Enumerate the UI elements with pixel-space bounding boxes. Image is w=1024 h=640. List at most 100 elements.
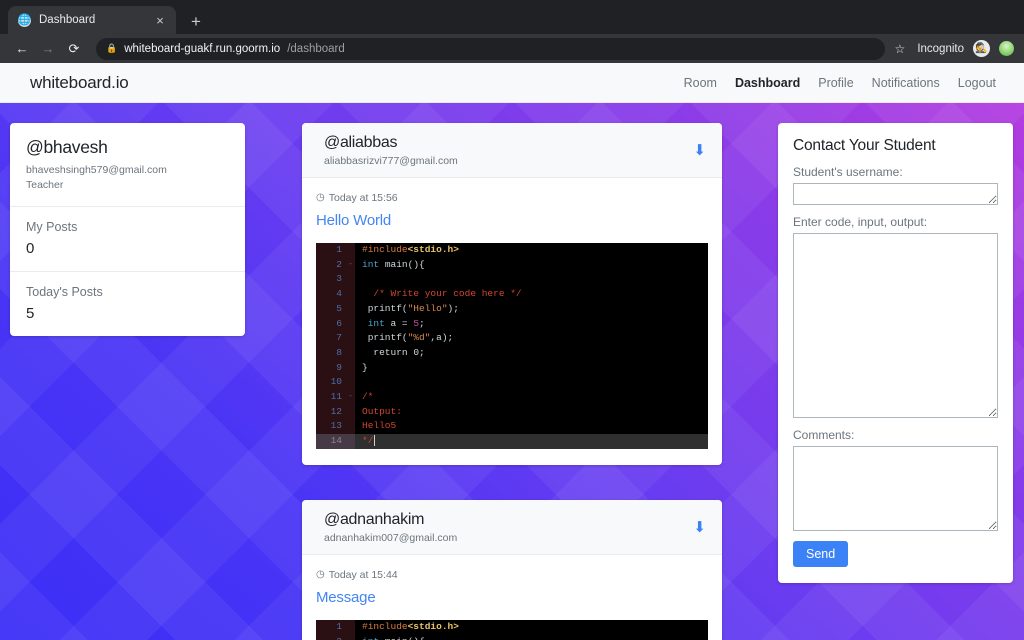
fold-toggle-icon[interactable]: - <box>346 390 355 405</box>
forward-icon[interactable]: → <box>36 37 60 61</box>
brand-logo[interactable]: whiteboard.io <box>30 73 129 93</box>
post-card: @adnanhakim adnanhakim007@gmail.com ⬇ ◷ Toda… <box>302 499 722 640</box>
profile-avatar-icon[interactable] <box>999 41 1014 56</box>
line-number: 2 <box>316 257 346 273</box>
browser-toolbar: ← → ⟳ 🔒 whiteboard-guakf.run.goorm.io /d… <box>0 34 1024 63</box>
code-input-output-field[interactable] <box>793 233 998 418</box>
comments-field-label: Comments: <box>793 428 855 442</box>
url-path: /dashboard <box>287 42 345 55</box>
post-body: ◷ Today at 15:44 Message 1 #include<stdio.h>… <box>302 555 722 640</box>
fold-toggle-icon[interactable]: - <box>346 634 355 640</box>
sidebar-column: @bhavesh bhaveshsingh579@gmail.com Teach… <box>10 123 245 337</box>
browser-tab-dashboard[interactable]: 🌐 Dashboard × <box>8 6 176 34</box>
reload-icon[interactable]: ⟳ <box>62 37 86 61</box>
fold-toggle-icon[interactable] <box>346 287 355 302</box>
incognito-label: Incognito <box>917 42 964 55</box>
line-number: 10 <box>316 375 346 391</box>
fold-toggle-icon[interactable] <box>346 243 355 258</box>
code-block[interactable]: 1 #include<stdio.h> 2- int main(){3 4 /* Wri… <box>316 243 708 449</box>
code-text: /* Write your code here */ <box>362 288 522 300</box>
code-text: int main(){ <box>362 258 425 270</box>
username-field-label: Student's username: <box>793 165 903 179</box>
post-title[interactable]: Message <box>316 589 708 606</box>
new-tab-button[interactable]: + <box>186 13 206 30</box>
bookmark-star-icon[interactable]: ☆ <box>895 42 906 56</box>
post-header: @aliabbas aliabbasrizvi777@gmail.com ⬇ <box>302 123 722 178</box>
fold-toggle-icon[interactable] <box>346 375 355 391</box>
globe-icon: 🌐 <box>17 13 32 27</box>
incognito-icon[interactable]: 🕵 <box>973 40 990 57</box>
code-line: 2-int main(){ <box>316 634 708 640</box>
stat-todays-posts: Today's Posts 5 <box>10 271 245 336</box>
fold-toggle-icon[interactable] <box>346 301 355 317</box>
nav-item-room[interactable]: Room <box>684 76 717 90</box>
back-icon[interactable]: ← <box>10 37 34 61</box>
line-number: 3 <box>316 272 346 288</box>
code-text: #include<stdio.h> <box>362 620 459 632</box>
code-text: */ <box>355 434 708 449</box>
page-background: @bhavesh bhaveshsingh579@gmail.com Teach… <box>0 103 1024 640</box>
line-number: 1 <box>316 243 346 258</box>
profile-email: bhaveshsingh579@gmail.com <box>26 164 167 176</box>
line-number: 2 <box>316 634 346 640</box>
fold-toggle-icon[interactable] <box>346 272 355 288</box>
nav-item-profile[interactable]: Profile <box>818 76 853 90</box>
nav-item-logout[interactable]: Logout <box>958 76 996 90</box>
stat-my-posts: My Posts 0 <box>10 206 245 271</box>
fold-toggle-icon[interactable] <box>346 345 355 361</box>
dashboard-grid: @bhavesh bhaveshsingh579@gmail.com Teach… <box>0 103 1024 640</box>
feed-column: @aliabbas aliabbasrizvi777@gmail.com ⬇ ◷ Tod… <box>302 123 722 640</box>
code-text: Hello5 <box>362 420 397 432</box>
code-text: printf("Hello"); <box>362 302 459 314</box>
fold-toggle-icon[interactable]: - <box>346 257 355 273</box>
nav-item-notifications[interactable]: Notifications <box>872 76 940 90</box>
post-header: @adnanhakim adnanhakim007@gmail.com ⬇ <box>302 499 722 555</box>
line-number: 13 <box>316 419 346 435</box>
fold-toggle-icon[interactable] <box>346 619 355 635</box>
line-number: 12 <box>316 404 346 420</box>
download-arrow-icon[interactable]: ⬇ <box>693 520 706 535</box>
code-line: 1 #include<stdio.h> <box>316 619 708 635</box>
clock-icon: ◷ <box>316 192 325 203</box>
browser-tab-strip: 🌐 Dashboard × + <box>0 0 1024 34</box>
post-author-block: @adnanhakim adnanhakim007@gmail.com <box>324 511 693 544</box>
code-text: /* <box>362 391 374 403</box>
panel-title: Contact Your Student <box>793 137 936 154</box>
code-text: return 0; <box>362 346 425 358</box>
post-time-text: Today at 15:56 <box>328 192 398 204</box>
nav-item-dashboard[interactable]: Dashboard <box>735 76 800 90</box>
fold-toggle-icon[interactable] <box>346 331 355 346</box>
line-number: 14 <box>316 434 346 449</box>
student-username-input[interactable] <box>793 183 998 205</box>
contact-column: Contact Your Student Student's username:… <box>778 123 1013 583</box>
download-arrow-icon[interactable]: ⬇ <box>693 143 706 158</box>
tab-title: Dashboard <box>39 14 96 26</box>
post-author-block: @aliabbas aliabbasrizvi777@gmail.com <box>324 134 693 167</box>
fold-toggle-icon[interactable] <box>346 360 355 376</box>
post-email: adnanhakim007@gmail.com <box>324 531 458 544</box>
post-timestamp: ◷ Today at 15:56 <box>316 192 708 204</box>
code-line: 9} <box>316 360 708 376</box>
profile-card-header: @bhavesh bhaveshsingh579@gmail.com Teach… <box>10 123 245 206</box>
stat-label: Today's Posts <box>26 285 103 300</box>
code-block[interactable]: 1 #include<stdio.h> 2-int main(){ <box>316 619 708 640</box>
code-field-label: Enter code, input, output: <box>793 215 928 229</box>
close-icon[interactable]: × <box>152 14 168 27</box>
send-button[interactable]: Send <box>793 541 849 567</box>
fold-toggle-icon[interactable] <box>346 404 355 420</box>
code-line: 13 Hello5 <box>316 419 708 435</box>
fold-toggle-icon[interactable] <box>346 316 355 332</box>
line-number: 11 <box>316 390 346 405</box>
fold-toggle-icon[interactable] <box>346 434 355 449</box>
profile-role: Teacher <box>26 179 64 192</box>
post-card: @aliabbas aliabbasrizvi777@gmail.com ⬇ ◷ Tod… <box>302 123 722 465</box>
comments-field[interactable] <box>793 446 998 531</box>
url-host: whiteboard-guakf.run.goorm.io <box>124 42 281 55</box>
post-username: @adnanhakim <box>324 510 425 528</box>
address-bar[interactable]: 🔒 whiteboard-guakf.run.goorm.io /dashboa… <box>96 37 885 60</box>
profile-card: @bhavesh bhaveshsingh579@gmail.com Teach… <box>10 123 245 337</box>
code-line: 5 printf("Hello"); <box>316 301 708 317</box>
fold-toggle-icon[interactable] <box>346 419 355 435</box>
post-title[interactable]: Hello World <box>316 212 708 229</box>
